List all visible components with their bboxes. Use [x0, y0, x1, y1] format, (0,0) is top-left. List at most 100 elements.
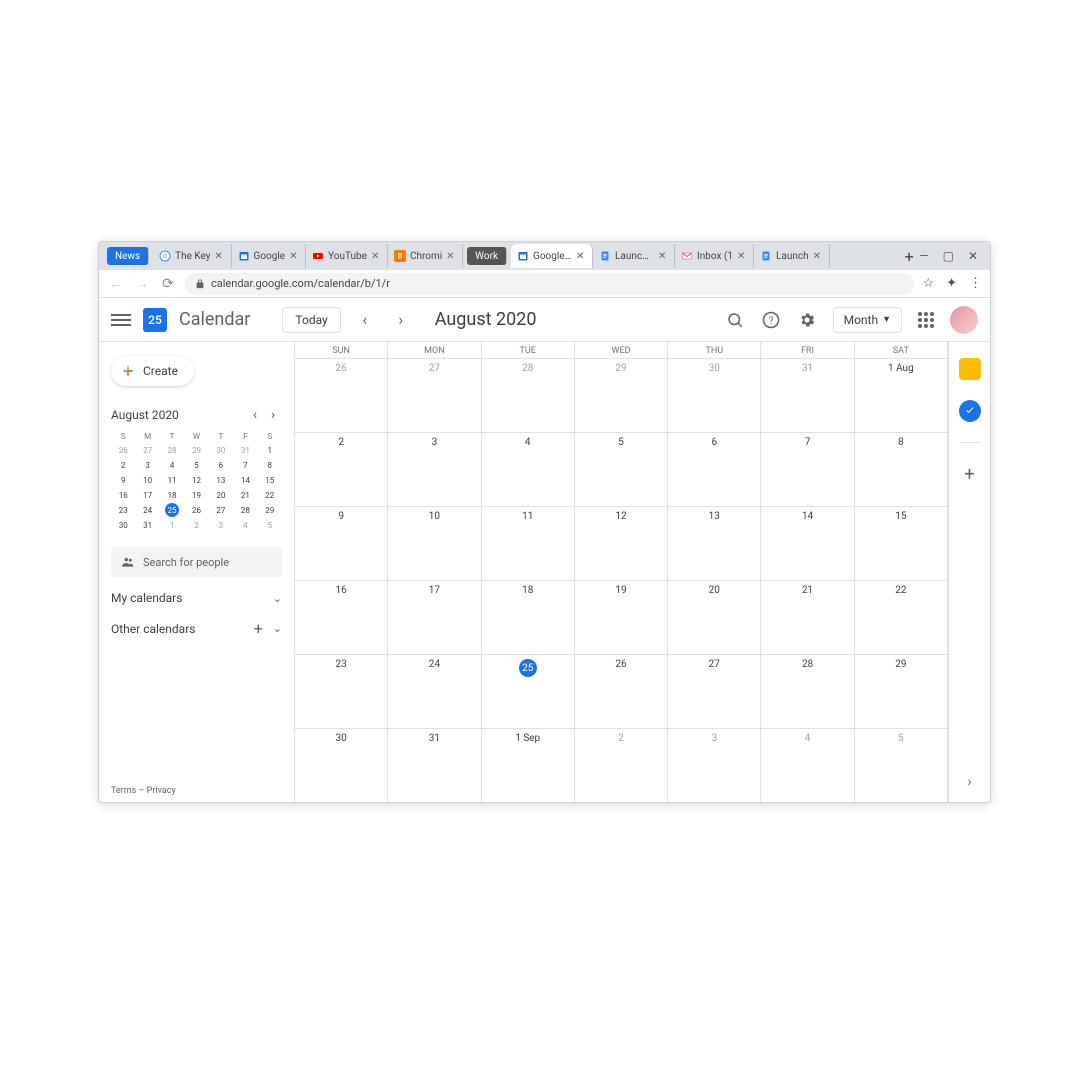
mini-day-cell[interactable]: 30: [209, 443, 233, 458]
mini-day-cell[interactable]: 28: [160, 443, 184, 458]
search-icon[interactable]: [725, 310, 745, 330]
search-people-input[interactable]: Search for people: [111, 547, 282, 577]
mini-day-cell[interactable]: 19: [184, 488, 208, 503]
day-cell[interactable]: 25: [482, 655, 575, 728]
day-cell[interactable]: 31: [388, 729, 481, 802]
day-cell[interactable]: 30: [295, 729, 388, 802]
mini-day-cell[interactable]: 9: [111, 473, 135, 488]
browser-tab[interactable]: YouTube✕: [306, 244, 388, 268]
day-cell[interactable]: 19: [575, 581, 668, 654]
day-cell[interactable]: 26: [575, 655, 668, 728]
browser-tab[interactable]: Launch✕: [754, 244, 830, 268]
mini-day-cell[interactable]: 31: [233, 443, 257, 458]
my-calendars-section[interactable]: My calendars ⌄: [111, 591, 282, 605]
prev-month-button[interactable]: ‹: [353, 308, 377, 332]
mini-day-cell[interactable]: 30: [111, 518, 135, 533]
day-cell[interactable]: 18: [482, 581, 575, 654]
day-cell[interactable]: 14: [761, 507, 854, 580]
day-cell[interactable]: 3: [388, 433, 481, 506]
day-cell[interactable]: 1 Aug: [855, 359, 948, 432]
mini-day-cell[interactable]: 29: [258, 503, 282, 518]
day-cell[interactable]: 20: [668, 581, 761, 654]
mini-next-button[interactable]: ›: [264, 406, 282, 424]
day-cell[interactable]: 16: [295, 581, 388, 654]
tab-close-button[interactable]: ✕: [446, 251, 456, 261]
mini-day-cell[interactable]: 27: [135, 443, 159, 458]
mini-day-cell[interactable]: 5: [258, 518, 282, 533]
mini-day-cell[interactable]: 6: [209, 458, 233, 473]
mini-day-cell[interactable]: 20: [209, 488, 233, 503]
mini-day-cell[interactable]: 12: [184, 473, 208, 488]
day-cell[interactable]: 10: [388, 507, 481, 580]
day-cell[interactable]: 4: [482, 433, 575, 506]
mini-day-cell[interactable]: 29: [184, 443, 208, 458]
browser-tab[interactable]: Inbox (1✕: [675, 244, 754, 268]
mini-day-cell[interactable]: 26: [111, 443, 135, 458]
day-cell[interactable]: 28: [761, 655, 854, 728]
tab-close-button[interactable]: ✕: [371, 251, 381, 261]
mini-day-cell[interactable]: 8: [258, 458, 282, 473]
back-button[interactable]: ←: [107, 275, 125, 293]
terms-link[interactable]: Terms: [111, 786, 136, 796]
main-menu-button[interactable]: [111, 310, 131, 330]
day-cell[interactable]: 24: [388, 655, 481, 728]
mini-day-cell[interactable]: 3: [209, 518, 233, 533]
mini-day-cell[interactable]: 15: [258, 473, 282, 488]
mini-day-cell[interactable]: 10: [135, 473, 159, 488]
mini-day-cell[interactable]: 4: [160, 458, 184, 473]
bookmark-icon[interactable]: ☆: [922, 276, 934, 291]
add-calendar-button[interactable]: +: [254, 619, 263, 638]
day-cell[interactable]: 9: [295, 507, 388, 580]
settings-icon[interactable]: [797, 310, 817, 330]
tab-close-button[interactable]: ✕: [737, 251, 747, 261]
day-cell[interactable]: 28: [482, 359, 575, 432]
tasks-icon[interactable]: [959, 400, 981, 422]
day-cell[interactable]: 2: [575, 729, 668, 802]
day-cell[interactable]: 30: [668, 359, 761, 432]
mini-day-cell[interactable]: 23: [111, 503, 135, 518]
day-cell[interactable]: 6: [668, 433, 761, 506]
day-cell[interactable]: 3: [668, 729, 761, 802]
day-cell[interactable]: 22: [855, 581, 948, 654]
expand-panel-button[interactable]: ›: [967, 774, 971, 790]
tab-group-work[interactable]: Work: [467, 247, 507, 265]
new-tab-button[interactable]: +: [899, 246, 919, 266]
day-cell[interactable]: 2: [295, 433, 388, 506]
help-icon[interactable]: ?: [761, 310, 781, 330]
day-cell[interactable]: 21: [761, 581, 854, 654]
day-cell[interactable]: 11: [482, 507, 575, 580]
minimize-button[interactable]: —: [919, 249, 928, 263]
browser-tab[interactable]: BChromi✕: [388, 244, 463, 268]
browser-menu-icon[interactable]: ⋮: [969, 276, 982, 291]
mini-day-cell[interactable]: 13: [209, 473, 233, 488]
day-cell[interactable]: 27: [388, 359, 481, 432]
day-cell[interactable]: 27: [668, 655, 761, 728]
day-cell[interactable]: 13: [668, 507, 761, 580]
mini-day-cell[interactable]: 21: [233, 488, 257, 503]
mini-day-cell[interactable]: 28: [233, 503, 257, 518]
mini-day-cell[interactable]: 31: [135, 518, 159, 533]
privacy-link[interactable]: Privacy: [147, 786, 176, 796]
forward-button[interactable]: →: [133, 275, 151, 293]
mini-day-cell[interactable]: 24: [135, 503, 159, 518]
address-bar[interactable]: calendar.google.com/calendar/b/1/r: [185, 273, 914, 295]
day-cell[interactable]: 5: [855, 729, 948, 802]
day-cell[interactable]: 12: [575, 507, 668, 580]
mini-day-cell[interactable]: 27: [209, 503, 233, 518]
mini-day-cell[interactable]: 18: [160, 488, 184, 503]
day-cell[interactable]: 4: [761, 729, 854, 802]
browser-tab[interactable]: GThe Key✕: [153, 244, 231, 268]
maximize-button[interactable]: ▢: [943, 249, 954, 263]
mini-day-cell[interactable]: 3: [135, 458, 159, 473]
mini-day-cell[interactable]: 1: [160, 518, 184, 533]
google-apps-button[interactable]: [918, 312, 934, 328]
day-cell[interactable]: 15: [855, 507, 948, 580]
close-window-button[interactable]: ✕: [968, 249, 978, 263]
reload-button[interactable]: ⟳: [159, 275, 177, 293]
mini-day-cell[interactable]: 2: [184, 518, 208, 533]
other-calendars-section[interactable]: Other calendars + ⌄: [111, 619, 282, 638]
browser-tab[interactable]: Google C✕: [511, 244, 593, 268]
today-button[interactable]: Today: [282, 307, 340, 333]
tab-close-button[interactable]: ✕: [658, 251, 668, 261]
day-cell[interactable]: 7: [761, 433, 854, 506]
